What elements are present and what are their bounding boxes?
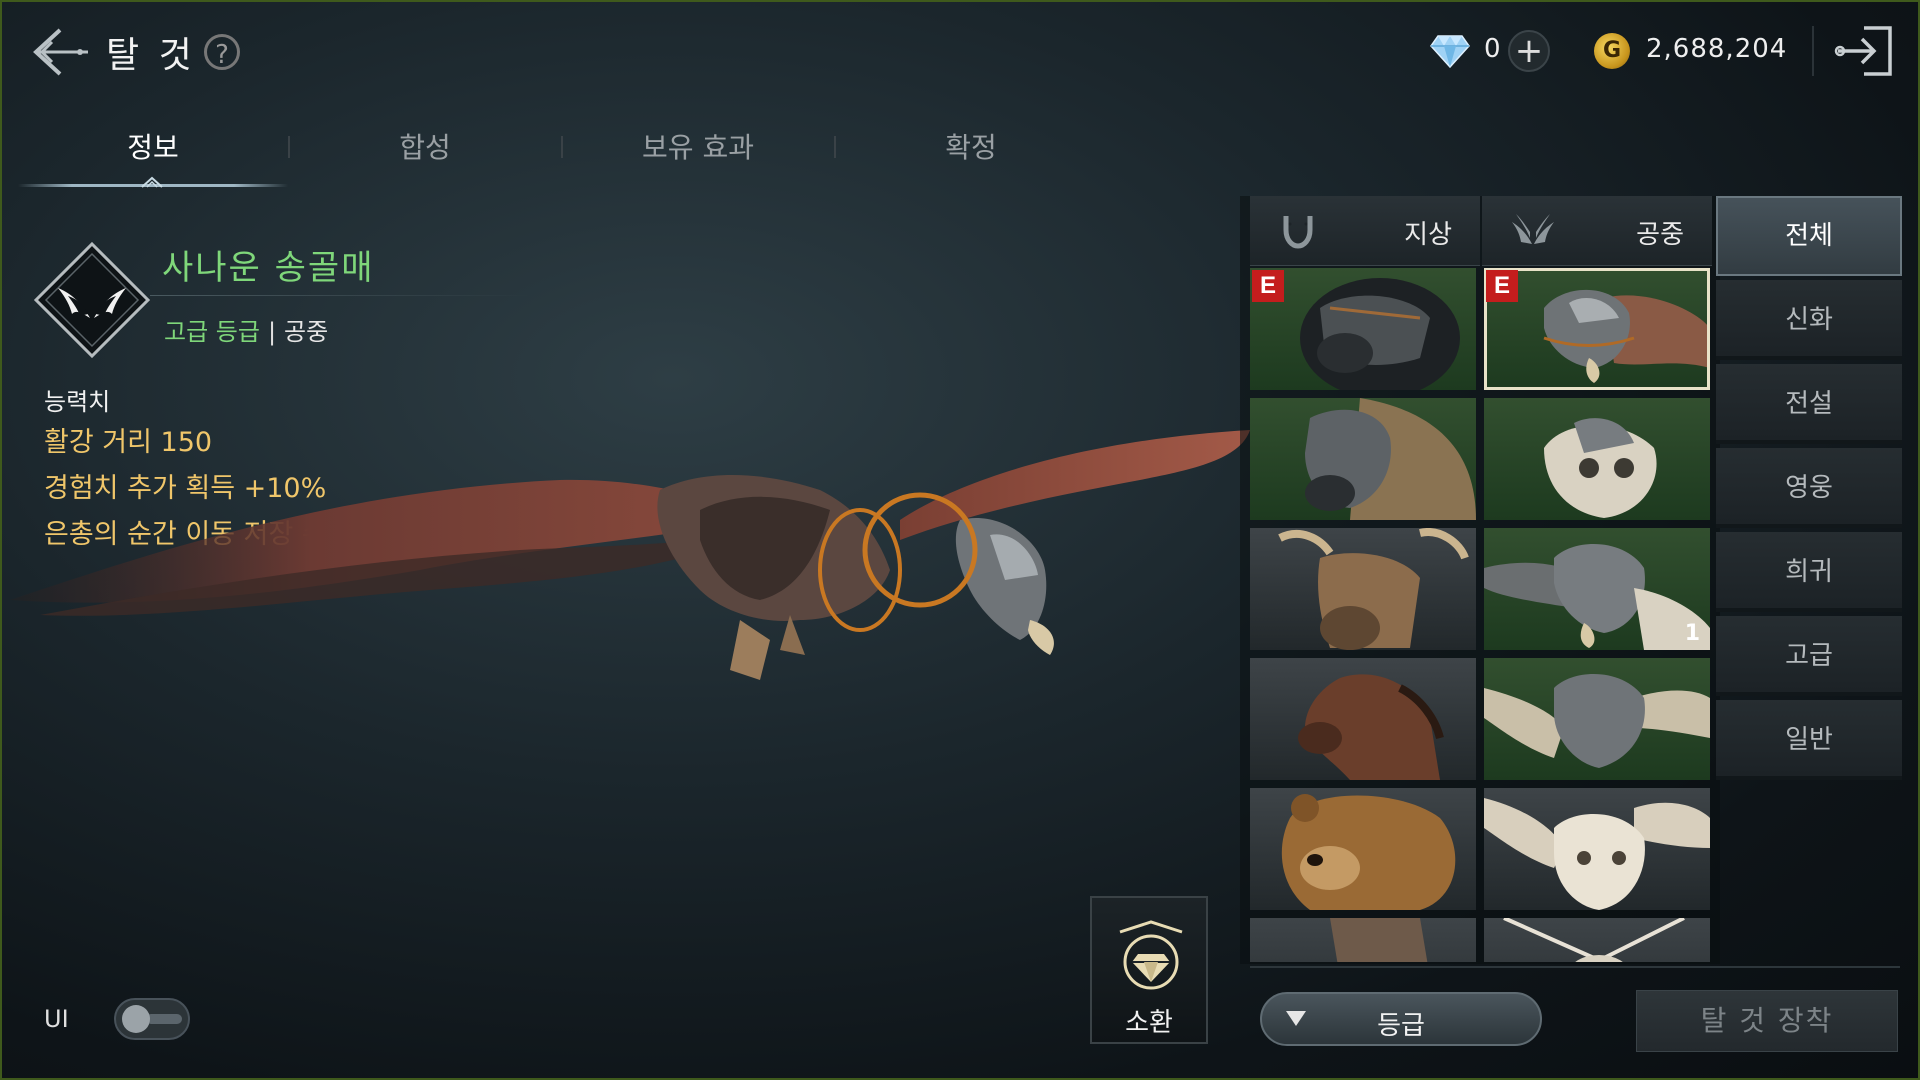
ui-toggle-label: UI	[44, 1005, 69, 1033]
armored-beast-portrait	[1305, 398, 1476, 520]
add-diamond-button[interactable]: +	[1508, 30, 1550, 72]
mount-slot[interactable]	[1484, 918, 1710, 962]
mount-slot-selected[interactable]: E	[1484, 268, 1710, 390]
grade-filter-all[interactable]: 전체	[1716, 196, 1902, 276]
toggle-knob	[122, 1005, 150, 1033]
elk-portrait	[1278, 528, 1469, 650]
diamond-count: 0	[1484, 34, 1501, 64]
white-bird-portrait	[1503, 918, 1685, 962]
grade-filter-rare[interactable]: 희귀	[1716, 532, 1902, 612]
category-tab-label: 공중	[1636, 220, 1684, 250]
gold-amount: 2,688,204	[1646, 34, 1788, 64]
mount-grade: 고급 등급	[164, 318, 260, 346]
page-title: 탈 것	[106, 35, 196, 76]
mount-slot[interactable]: E	[1250, 268, 1476, 390]
diamond-icon	[1430, 35, 1470, 68]
tab-owned-effects[interactable]: 보유 효과	[642, 126, 754, 166]
mount-type: 공중	[284, 318, 329, 346]
ui-toggle-switch[interactable]	[114, 998, 190, 1040]
brown-bear-portrait	[1281, 794, 1456, 910]
mount-slot[interactable]	[1250, 528, 1476, 650]
active-tab-marker-icon	[141, 176, 163, 188]
grade-filter-mythic[interactable]: 신화	[1716, 280, 1902, 360]
category-tab-air[interactable]: 공중	[1482, 196, 1712, 266]
name-divider	[150, 295, 530, 296]
sort-by-grade-button[interactable]: 등급	[1260, 992, 1542, 1046]
gold-coin-icon: G	[1594, 33, 1630, 69]
back-arrow-icon	[33, 28, 88, 76]
mount-slot[interactable]	[1250, 398, 1476, 520]
white-owl-portrait	[1484, 798, 1710, 910]
category-tab-ground[interactable]: 지상	[1250, 196, 1480, 266]
equip-mount-button[interactable]: 탈 것 장착	[1636, 990, 1898, 1052]
mount-3d-model[interactable]	[0, 400, 1250, 730]
mount-slot[interactable]	[1250, 658, 1476, 780]
mount-slot[interactable]	[1484, 398, 1710, 520]
mount-slot[interactable]	[1250, 918, 1476, 962]
armored-eagle-portrait	[1484, 544, 1710, 650]
grade-filter-legendary[interactable]: 전설	[1716, 364, 1902, 444]
sort-button-label: 등급	[1377, 1011, 1425, 1041]
wings-icon	[1512, 214, 1554, 244]
tab-info[interactable]: 정보	[127, 126, 179, 166]
grade-filter-advanced[interactable]: 고급	[1716, 616, 1902, 696]
mount-name: 사나운 송골매	[162, 248, 375, 288]
panel-divider	[1250, 966, 1900, 968]
tab-separator	[561, 136, 563, 158]
help-icon[interactable]: ?	[204, 34, 240, 70]
tab-synthesis[interactable]: 합성	[399, 126, 451, 166]
summon-icon	[1119, 920, 1183, 990]
grade-filter-heroic[interactable]: 영웅	[1716, 448, 1902, 528]
air-type-badge-icon	[33, 241, 151, 359]
mount-count-badge: 1	[1684, 621, 1700, 646]
tab-confirm[interactable]: 확정	[945, 126, 997, 166]
mount-grade-line: 고급 등급 | 공중	[164, 312, 328, 347]
category-tab-label: 지상	[1404, 220, 1452, 250]
tab-separator	[834, 136, 836, 158]
equipped-badge: E	[1486, 270, 1518, 302]
grade-filter-common[interactable]: 일반	[1716, 700, 1902, 780]
summon-button[interactable]: 소환	[1090, 896, 1208, 1044]
mount-slot[interactable]	[1484, 788, 1710, 910]
exit-icon[interactable]	[1834, 22, 1896, 80]
armored-owl-portrait	[1544, 418, 1657, 518]
tab-separator	[288, 136, 290, 158]
mount-slot[interactable]: 1	[1484, 528, 1710, 650]
summon-label: 소환	[1125, 1008, 1173, 1038]
back-button[interactable]	[30, 24, 90, 80]
header-divider	[1812, 26, 1814, 76]
horse-portrait	[1330, 918, 1428, 962]
mount-slot[interactable]	[1484, 658, 1710, 780]
horseshoe-icon	[1283, 216, 1313, 249]
grade-separator: |	[267, 318, 277, 346]
armored-owl-portrait	[1484, 674, 1710, 768]
mount-slot[interactable]	[1250, 788, 1476, 910]
equipped-badge: E	[1252, 270, 1284, 302]
brown-horse-portrait	[1298, 674, 1444, 780]
toggle-track	[146, 1014, 182, 1024]
mount-grid: E E 1	[1250, 268, 1712, 962]
